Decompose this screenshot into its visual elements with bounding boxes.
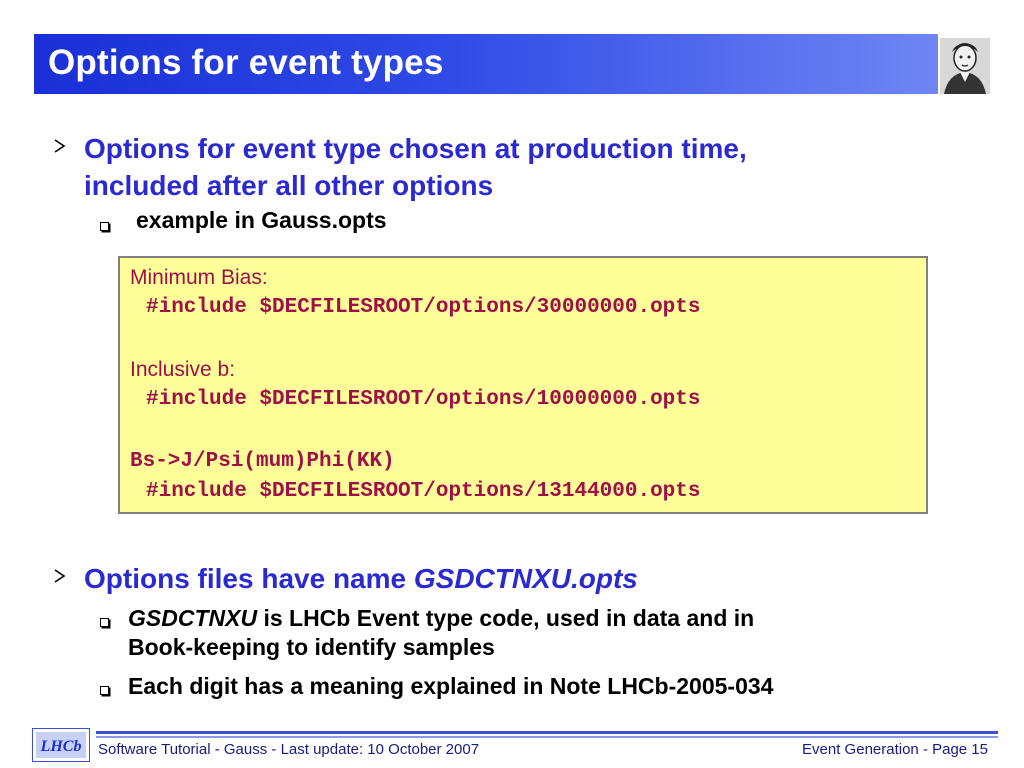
title-bar: Options for event types <box>34 34 938 94</box>
bullet-1-line-2: included after all other options <box>84 170 494 201</box>
bullet-1-sub: example in Gauss.opts <box>136 207 387 233</box>
bullet-1-line-1: Options for event type chosen at product… <box>84 133 747 164</box>
arrow-bullet-icon <box>54 569 66 583</box>
bullet-2-sub-2: Each digit has a meaning explained in No… <box>128 673 774 699</box>
options-code-box: Minimum Bias: #include $DECFILESROOT/opt… <box>118 256 928 514</box>
code-line-inclusive-b: #include $DECFILESROOT/options/10000000.… <box>146 388 701 411</box>
code-label-inclusive-b: Inclusive b: <box>130 358 236 381</box>
arrow-bullet-icon <box>54 139 66 153</box>
footer-divider <box>96 731 998 734</box>
footer-divider-secondary <box>96 736 998 738</box>
square-bullet-icon <box>100 222 109 231</box>
code-label-bs-jpsi-phi: Bs->J/Psi(mum)Phi(KK) <box>130 450 395 473</box>
square-bullet-icon <box>100 686 109 695</box>
portrait-icon <box>940 38 990 94</box>
lhcb-logo-icon: LHCb <box>32 728 90 762</box>
footer-left-text: Software Tutorial - Gauss - Last update:… <box>98 741 480 758</box>
slide-title: Options for event types <box>48 43 444 82</box>
bullet-2-filename: GSDCTNXU.opts <box>413 563 638 594</box>
page-number: Event Generation - Page 15 <box>802 741 988 758</box>
code-line-minimum-bias: #include $DECFILESROOT/options/30000000.… <box>146 296 701 319</box>
bullet-2-sub-1-rest: is LHCb Event type code, used in data an… <box>257 605 755 631</box>
square-bullet-icon <box>100 618 109 627</box>
bullet-2-sub-1: GSDCTNXU is LHCb Event type code, used i… <box>128 604 948 662</box>
event-type-term: GSDCTNXU <box>128 605 258 631</box>
bullet-2-text: Options files have name GSDCTNXU.opts <box>84 560 944 597</box>
logo-text: LHCb <box>40 738 82 755</box>
code-label-minimum-bias: Minimum Bias: <box>130 266 268 289</box>
bullet-2-sub-1-line-2: Book-keeping to identify samples <box>128 634 495 660</box>
bullet-1-text: Options for event type chosen at product… <box>84 130 944 204</box>
bullet-2-prefix: Options files have name <box>84 563 414 594</box>
code-line-bs-jpsi-phi: #include $DECFILESROOT/options/13144000.… <box>146 480 701 503</box>
